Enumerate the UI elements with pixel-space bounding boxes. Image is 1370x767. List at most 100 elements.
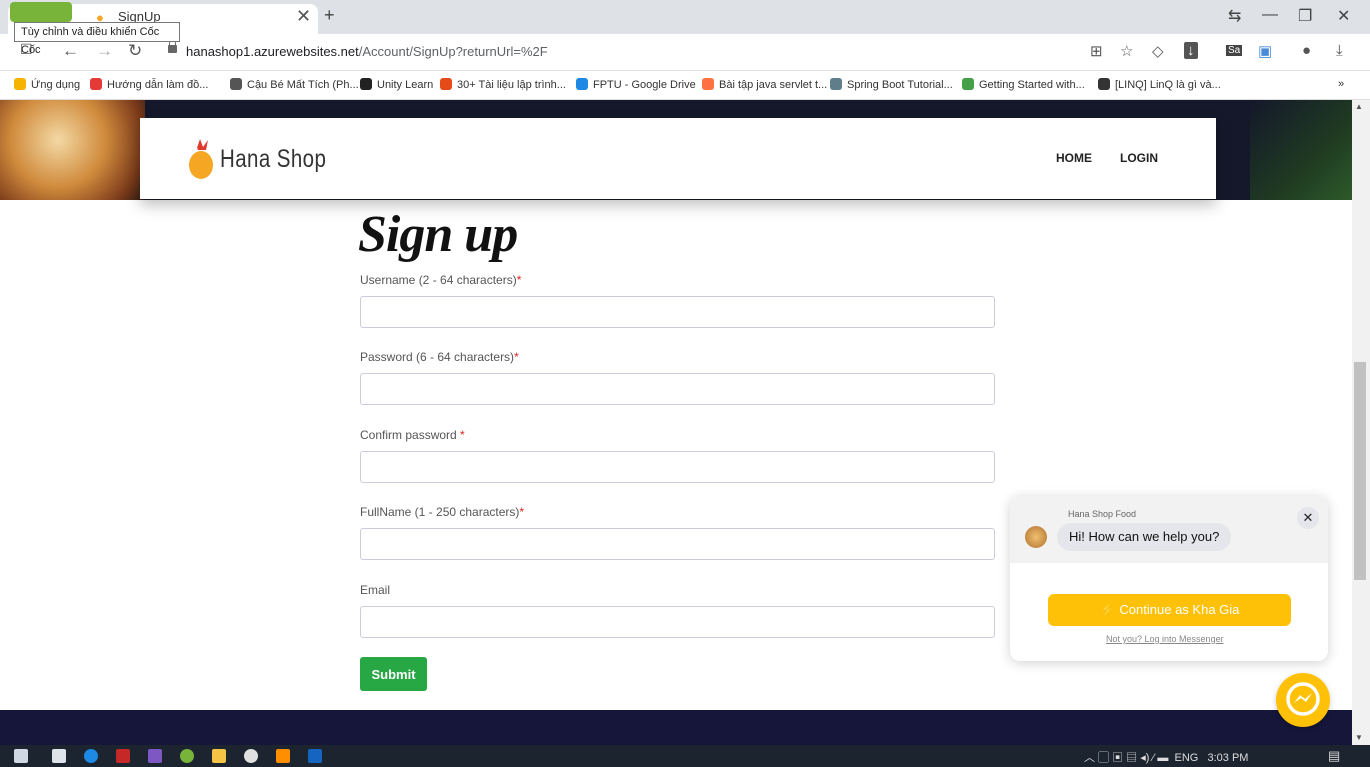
account-icon[interactable]: ●: [1302, 42, 1311, 59]
bookmark-item[interactable]: [LINQ] LinQ là gì và...: [1098, 78, 1221, 91]
fullname-input[interactable]: [360, 528, 995, 560]
tray-clock[interactable]: 3:03 PM: [1208, 752, 1249, 764]
herb-image: [1250, 100, 1352, 200]
confirm-password-label-text: Confirm password: [360, 428, 461, 442]
windows-start-icon[interactable]: [14, 749, 28, 763]
bookmark-item[interactable]: Ứng dụng: [14, 78, 80, 91]
email-input[interactable]: [360, 606, 995, 638]
bookmark-favicon-icon: [360, 78, 372, 90]
app-icon[interactable]: [116, 749, 130, 763]
downloads-icon[interactable]: ⤓: [1336, 42, 1343, 59]
window-close-icon[interactable]: ✕: [1337, 6, 1350, 26]
screenshot-icon[interactable]: ▣: [1258, 42, 1272, 60]
email-label: Email: [360, 583, 390, 597]
confirm-password-input[interactable]: [360, 451, 995, 483]
translate-icon[interactable]: ⊞: [1090, 42, 1103, 60]
hana-logo-icon[interactable]: [186, 135, 216, 181]
password-input[interactable]: [360, 373, 995, 405]
bookmark-favicon-icon: [962, 78, 974, 90]
bookmark-label: Ứng dụng: [31, 79, 81, 91]
extension-icon[interactable]: Sa: [1226, 45, 1243, 56]
lock-icon[interactable]: [168, 40, 177, 53]
new-tab-icon[interactable]: +: [324, 5, 335, 26]
confirm-password-label: Confirm password *: [360, 428, 465, 442]
password-label: Password (6 - 64 characters)*: [360, 350, 519, 364]
notifications-icon[interactable]: ▤: [1328, 748, 1340, 764]
messenger-taskbar-icon[interactable]: [244, 749, 258, 763]
url-path: /Account/SignUp?returnUrl=%2F: [358, 44, 548, 59]
visual-studio-icon[interactable]: [148, 749, 162, 763]
bookmark-item[interactable]: Hướng dẫn làm đồ...: [90, 78, 208, 91]
bookmark-label: Getting Started with...: [979, 79, 1085, 91]
scroll-up-icon[interactable]: ▲: [1355, 102, 1363, 111]
shield-icon[interactable]: ◇: [1152, 42, 1164, 60]
bookmark-item[interactable]: Cậu Bé Mất Tích (Ph...: [230, 78, 359, 91]
bookmark-star-icon[interactable]: ☆: [1120, 42, 1133, 60]
bookmark-favicon-icon: [702, 78, 714, 90]
reload-icon[interactable]: ↻: [128, 41, 142, 61]
forward-icon[interactable]: →: [96, 41, 113, 61]
tray-icons[interactable]: ︿ ▢ ▣ ▤ ◂) ⁄ ▬: [1084, 752, 1174, 764]
back-icon[interactable]: ←: [62, 41, 79, 61]
file-explorer-icon[interactable]: [212, 749, 226, 763]
tray-language[interactable]: ENG: [1174, 752, 1198, 764]
address-bar[interactable]: hanashop1.azurewebsites.net/Account/Sign…: [186, 44, 548, 59]
download-manager-icon[interactable]: ↓: [1184, 42, 1198, 59]
store-icon[interactable]: [52, 749, 66, 763]
bookmarks-overflow-icon[interactable]: »: [1338, 78, 1344, 90]
bookmark-label: Spring Boot Tutorial...: [847, 79, 953, 91]
continue-as-label: Continue as Kha Gia: [1119, 602, 1240, 617]
bookmark-item[interactable]: Spring Boot Tutorial...: [830, 78, 953, 91]
bookmark-favicon-icon: [90, 78, 102, 90]
coccoc-taskbar-icon[interactable]: [180, 749, 194, 763]
bookmark-label: Unity Learn: [377, 79, 434, 91]
bookmark-item[interactable]: FPTU - Google Drive: [576, 78, 696, 91]
edge-icon[interactable]: [84, 749, 98, 763]
bookmark-item[interactable]: Unity Learn: [360, 78, 433, 91]
bookmark-favicon-icon: [1098, 78, 1110, 90]
page-title: Sign up: [358, 206, 518, 263]
required-marker: *: [514, 350, 519, 364]
scroll-down-icon[interactable]: ▼: [1355, 733, 1363, 742]
submit-button[interactable]: Submit: [360, 657, 427, 691]
minimize-icon[interactable]: —: [1262, 6, 1278, 24]
brand-name[interactable]: Hana Shop: [220, 145, 326, 174]
app2-icon[interactable]: [276, 749, 290, 763]
fullname-label: FullName (1 - 250 characters)*: [360, 505, 524, 519]
required-marker: *: [519, 505, 525, 519]
bookmark-item[interactable]: 30+ Tài liệu lập trình...: [440, 78, 566, 91]
bookmark-label: 30+ Tài liệu lập trình...: [457, 79, 566, 91]
bookmark-favicon-icon: [830, 78, 842, 90]
bookmark-favicon-icon: [230, 78, 242, 90]
continue-as-button[interactable]: ⚡ Continue as Kha Gia: [1048, 594, 1291, 626]
bookmark-item[interactable]: Bài tập java servlet t...: [702, 78, 827, 91]
profile-sync-icon[interactable]: ⇆: [1228, 6, 1241, 26]
nav-login-link[interactable]: LOGIN: [1120, 151, 1158, 165]
coccoc-menu-icon[interactable]: [10, 2, 72, 22]
bookmark-label: Cậu Bé Mất Tích (Ph...: [247, 79, 359, 91]
messenger-icon: [1286, 682, 1320, 716]
fullname-label-text: FullName (1 - 250 characters): [360, 505, 520, 519]
messenger-icon: ⚡: [1099, 602, 1120, 617]
nav-home-link[interactable]: HOME: [1056, 151, 1092, 165]
log-into-messenger-link[interactable]: Not you? Log into Messenger: [1106, 634, 1224, 644]
required-marker: *: [516, 273, 522, 287]
pizza-image: [0, 100, 145, 200]
messenger-launcher-button[interactable]: [1276, 673, 1330, 727]
app3-icon[interactable]: [308, 749, 322, 763]
bookmark-favicon-icon: [14, 78, 26, 90]
bookmark-item[interactable]: Getting Started with...: [962, 78, 1085, 91]
chat-close-icon[interactable]: ✕: [1297, 507, 1319, 529]
email-label-text: Email: [360, 583, 391, 597]
menu-tooltip: Tùy chỉnh và điều khiển Cốc Cốc: [14, 22, 180, 56]
username-label: Username (2 - 64 characters)*: [360, 273, 521, 287]
url-host: hanashop1.azurewebsites.net: [186, 44, 359, 59]
bookmark-favicon-icon: [576, 78, 588, 90]
bookmark-label: [LINQ] LinQ là gì và...: [1115, 79, 1221, 91]
tab-close-icon[interactable]: ✕: [296, 6, 311, 27]
scrollbar-thumb[interactable]: [1354, 362, 1366, 580]
maximize-icon[interactable]: ❐: [1298, 6, 1312, 26]
system-tray: ︿ ▢ ▣ ▤ ◂) ⁄ ▬ ENG 3:03 PM: [1084, 749, 1248, 765]
chat-avatar: [1025, 526, 1047, 548]
username-input[interactable]: [360, 296, 995, 328]
